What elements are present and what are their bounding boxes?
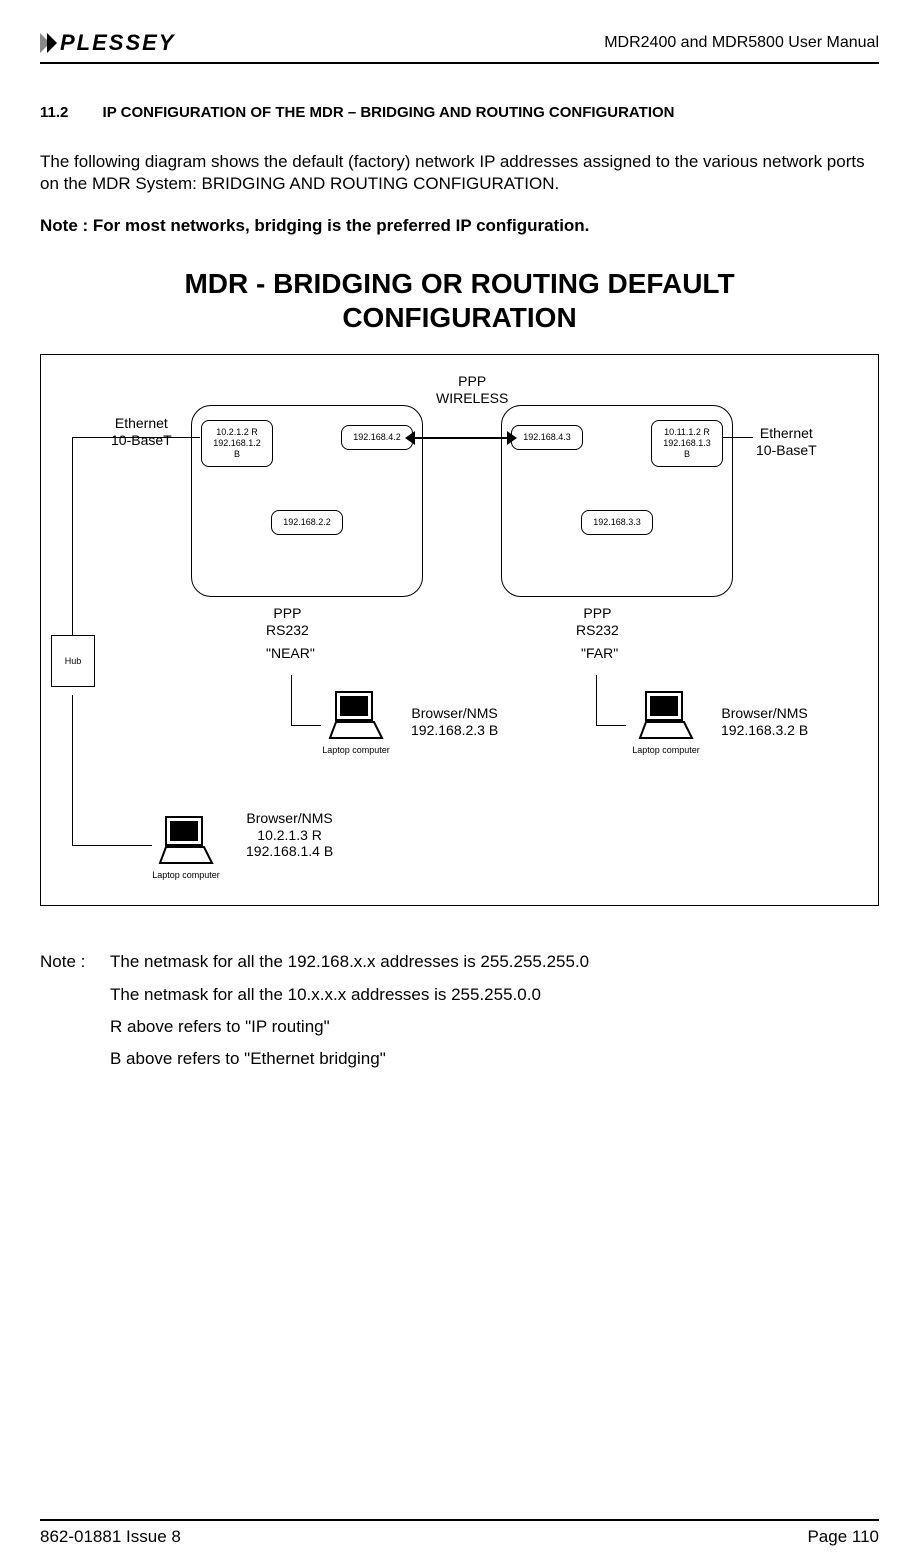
ip-near-rs232: 192.168.2.2: [271, 510, 343, 535]
laptop-caption: Laptop computer: [316, 745, 396, 755]
intro-paragraph: The following diagram shows the default …: [40, 151, 879, 195]
ip-far-ethernet: 10.11.1.2 R 192.168.1.3 B: [651, 420, 723, 466]
laptop-icon: [326, 690, 386, 740]
page-footer: 862-01881 Issue 8 Page 110: [40, 1519, 879, 1547]
footer-left: 862-01881 Issue 8: [40, 1527, 181, 1547]
wireless-arrow-right-icon: [507, 431, 517, 445]
ip-near-ethernet: 10.2.1.2 R 192.168.1.2 B: [201, 420, 273, 466]
page-header: PLESSEY MDR2400 and MDR5800 User Manual: [40, 30, 879, 64]
label-near: "NEAR": [266, 645, 315, 661]
ip-near-wireless: 192.168.4.2: [341, 425, 413, 450]
label-ppp-rs232-right: PPP RS232: [576, 605, 619, 637]
browser-near-rs232: Browser/NMS 192.168.2.3 B: [411, 705, 498, 737]
wireless-arrow-left-icon: [405, 431, 415, 445]
section-heading: 11.2 IP CONFIGURATION OF THE MDR – BRIDG…: [40, 104, 879, 121]
laptop-caption: Laptop computer: [146, 870, 226, 880]
footer-right: Page 110: [807, 1527, 879, 1547]
ip-far-wireless: 192.168.4.3: [511, 425, 583, 450]
notes-block: Note : The netmask for all the 192.168.x…: [40, 946, 879, 1075]
note-paragraph: Note : For most networks, bridging is th…: [40, 215, 879, 237]
label-ppp-wireless: PPP WIRELESS: [436, 373, 508, 405]
logo-text: PLESSEY: [60, 30, 175, 56]
label-far: "FAR": [581, 645, 618, 661]
section-number: 11.2: [40, 104, 68, 121]
note-line-2: The netmask for all the 10.x.x.x address…: [110, 979, 541, 1011]
logo: PLESSEY: [40, 30, 175, 56]
label-ethernet-right: Ethernet 10-BaseT: [756, 425, 817, 457]
wireless-link-line: [413, 437, 509, 439]
label-ppp-rs232-left: PPP RS232: [266, 605, 309, 637]
ip-far-rs232: 192.168.3.3: [581, 510, 653, 535]
logo-mark-icon: [40, 33, 54, 53]
network-diagram: PPP WIRELESS Ethernet 10-BaseT Ethernet …: [40, 354, 879, 906]
diagram-title: MDR - BRIDGING OR ROUTING DEFAULT CONFIG…: [40, 267, 879, 334]
label-ethernet-left: Ethernet 10-BaseT: [111, 415, 172, 447]
browser-ethernet: Browser/NMS 10.2.1.3 R 192.168.1.4 B: [246, 810, 333, 858]
laptop-icon: [636, 690, 696, 740]
laptop-caption: Laptop computer: [626, 745, 706, 755]
hub-box: Hub: [51, 635, 95, 687]
browser-far-rs232: Browser/NMS 192.168.3.2 B: [721, 705, 808, 737]
section-title: IP CONFIGURATION OF THE MDR – BRIDGING A…: [103, 104, 675, 121]
manual-title: MDR2400 and MDR5800 User Manual: [604, 34, 879, 52]
laptop-icon: [156, 815, 216, 865]
notes-label: Note :: [40, 946, 110, 978]
note-line-1: The netmask for all the 192.168.x.x addr…: [110, 946, 589, 978]
note-line-4: B above refers to "Ethernet bridging": [110, 1043, 386, 1075]
note-line-3: R above refers to "IP routing": [110, 1011, 330, 1043]
